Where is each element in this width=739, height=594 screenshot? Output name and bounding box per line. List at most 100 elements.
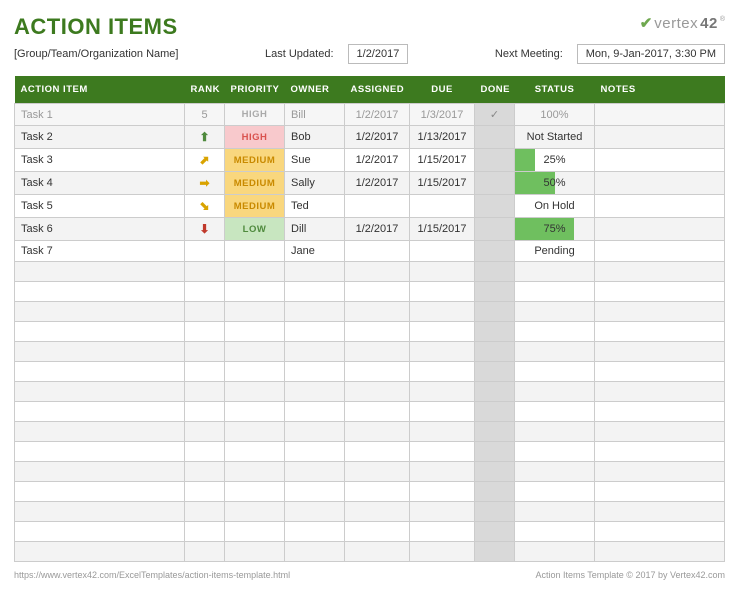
cell-empty[interactable]	[475, 402, 515, 422]
cell-empty[interactable]	[285, 542, 345, 562]
table-row[interactable]: Task 6⬇LOWDill1/2/20171/15/201775%	[15, 218, 725, 241]
cell-empty[interactable]	[225, 402, 285, 422]
table-row-empty[interactable]	[15, 502, 725, 522]
cell-empty[interactable]	[185, 362, 225, 382]
cell-empty[interactable]	[595, 402, 725, 422]
cell-empty[interactable]	[595, 442, 725, 462]
cell-rank[interactable]: ⬊	[185, 195, 225, 218]
cell-empty[interactable]	[185, 322, 225, 342]
cell-empty[interactable]	[410, 382, 475, 402]
cell-empty[interactable]	[345, 342, 410, 362]
cell-empty[interactable]	[285, 422, 345, 442]
cell-empty[interactable]	[475, 382, 515, 402]
cell-empty[interactable]	[515, 362, 595, 382]
cell-empty[interactable]	[225, 322, 285, 342]
cell-empty[interactable]	[15, 382, 185, 402]
cell-empty[interactable]	[410, 482, 475, 502]
cell-priority[interactable]: MEDIUM	[225, 149, 285, 172]
cell-empty[interactable]	[475, 422, 515, 442]
cell-empty[interactable]	[410, 422, 475, 442]
cell-empty[interactable]	[285, 382, 345, 402]
cell-empty[interactable]	[515, 382, 595, 402]
table-row[interactable]: Task 2⬆HIGHBob1/2/20171/13/2017Not Start…	[15, 126, 725, 149]
cell-empty[interactable]	[345, 402, 410, 422]
cell-status[interactable]: On Hold	[515, 195, 595, 218]
cell-owner[interactable]: Jane	[285, 241, 345, 262]
cell-empty[interactable]	[345, 462, 410, 482]
cell-rank[interactable]: 5	[185, 104, 225, 126]
cell-rank[interactable]: ⬈	[185, 149, 225, 172]
cell-done[interactable]	[475, 149, 515, 172]
cell-empty[interactable]	[15, 262, 185, 282]
cell-empty[interactable]	[515, 262, 595, 282]
cell-rank[interactable]: ⬆	[185, 126, 225, 149]
cell-empty[interactable]	[515, 462, 595, 482]
table-row-empty[interactable]	[15, 322, 725, 342]
cell-empty[interactable]	[345, 282, 410, 302]
cell-empty[interactable]	[475, 542, 515, 562]
cell-empty[interactable]	[410, 502, 475, 522]
cell-empty[interactable]	[225, 522, 285, 542]
cell-empty[interactable]	[185, 542, 225, 562]
cell-empty[interactable]	[185, 402, 225, 422]
cell-empty[interactable]	[595, 482, 725, 502]
cell-empty[interactable]	[285, 462, 345, 482]
cell-empty[interactable]	[410, 462, 475, 482]
cell-action-item[interactable]: Task 6	[15, 218, 185, 241]
cell-empty[interactable]	[475, 462, 515, 482]
cell-empty[interactable]	[225, 262, 285, 282]
cell-empty[interactable]	[185, 422, 225, 442]
cell-empty[interactable]	[225, 362, 285, 382]
cell-empty[interactable]	[185, 262, 225, 282]
cell-empty[interactable]	[475, 262, 515, 282]
cell-empty[interactable]	[595, 322, 725, 342]
cell-empty[interactable]	[595, 362, 725, 382]
table-row-empty[interactable]	[15, 462, 725, 482]
cell-empty[interactable]	[225, 482, 285, 502]
cell-empty[interactable]	[595, 502, 725, 522]
cell-empty[interactable]	[285, 282, 345, 302]
cell-priority[interactable]: MEDIUM	[225, 195, 285, 218]
cell-notes[interactable]	[595, 218, 725, 241]
cell-owner[interactable]: Bob	[285, 126, 345, 149]
cell-owner[interactable]: Ted	[285, 195, 345, 218]
cell-owner[interactable]: Dill	[285, 218, 345, 241]
cell-empty[interactable]	[515, 342, 595, 362]
cell-empty[interactable]	[185, 502, 225, 522]
table-row-empty[interactable]	[15, 442, 725, 462]
cell-assigned[interactable]: 1/2/2017	[345, 172, 410, 195]
team-name-field[interactable]: [Group/Team/Organization Name]	[14, 48, 178, 60]
cell-owner[interactable]: Bill	[285, 104, 345, 126]
cell-empty[interactable]	[15, 462, 185, 482]
cell-due[interactable]: 1/15/2017	[410, 218, 475, 241]
cell-empty[interactable]	[345, 522, 410, 542]
cell-empty[interactable]	[475, 302, 515, 322]
cell-empty[interactable]	[285, 362, 345, 382]
cell-empty[interactable]	[345, 322, 410, 342]
cell-empty[interactable]	[475, 342, 515, 362]
cell-empty[interactable]	[15, 482, 185, 502]
cell-notes[interactable]	[595, 241, 725, 262]
cell-empty[interactable]	[185, 442, 225, 462]
table-row[interactable]: Task 7JanePending	[15, 241, 725, 262]
cell-due[interactable]: 1/15/2017	[410, 149, 475, 172]
cell-empty[interactable]	[345, 302, 410, 322]
table-row-empty[interactable]	[15, 362, 725, 382]
cell-due[interactable]: 1/3/2017	[410, 104, 475, 126]
cell-due[interactable]: 1/13/2017	[410, 126, 475, 149]
cell-status[interactable]: 75%	[515, 218, 595, 241]
table-row-empty[interactable]	[15, 282, 725, 302]
cell-empty[interactable]	[475, 502, 515, 522]
table-row[interactable]: Task 4➡MEDIUMSally1/2/20171/15/201750%	[15, 172, 725, 195]
cell-empty[interactable]	[475, 322, 515, 342]
cell-assigned[interactable]: 1/2/2017	[345, 104, 410, 126]
table-row[interactable]: Task 15HIGHBill1/2/20171/3/2017✓100%	[15, 104, 725, 126]
cell-owner[interactable]: Sue	[285, 149, 345, 172]
cell-empty[interactable]	[285, 442, 345, 462]
cell-empty[interactable]	[345, 362, 410, 382]
cell-empty[interactable]	[345, 542, 410, 562]
cell-empty[interactable]	[595, 542, 725, 562]
cell-notes[interactable]	[595, 149, 725, 172]
table-row-empty[interactable]	[15, 522, 725, 542]
cell-done[interactable]: ✓	[475, 104, 515, 126]
